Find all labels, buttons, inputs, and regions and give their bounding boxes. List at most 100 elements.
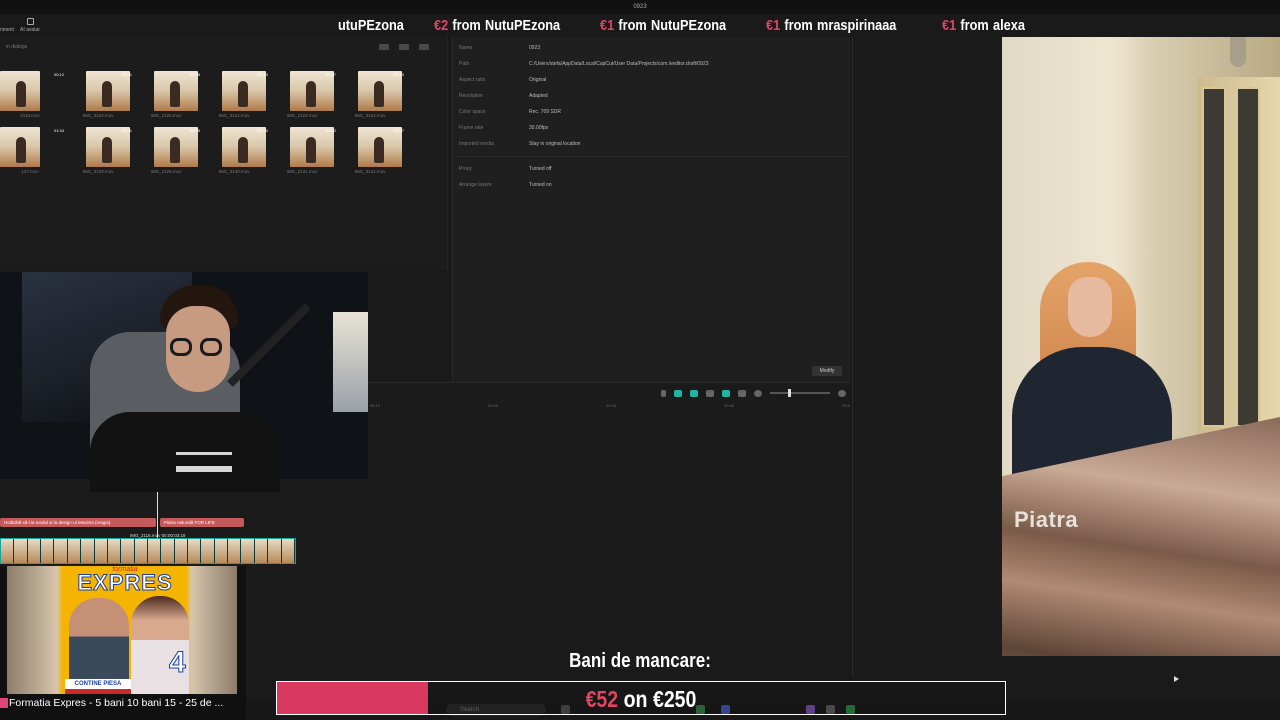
donation-from: from [618,16,647,34]
media-duration: 00:55 [189,128,200,133]
info-label: Imported media [459,141,494,147]
media-duration: 00:07 [393,128,404,133]
donation-from: from [960,16,989,34]
ai-avatar-icon [27,18,34,25]
text-clip[interactable]: Piatra naturală FOR LIFE [160,518,244,527]
clip-frame [254,539,269,563]
goal-label: Bani de mancare: [569,650,711,672]
snap-icon[interactable] [722,389,730,397]
info-value: Rec. 709 SDR [529,109,561,115]
clip-frame [188,539,202,563]
info-label: Frame rate [459,125,484,131]
album-number: 4 [169,646,187,680]
clip-frame [27,539,42,563]
ai-avatar-tab[interactable]: AI avatar [20,27,40,33]
media-thumbnail [290,127,334,167]
donation-item: €2 from NutuPEzona [434,17,560,34]
info-row: Path C:/Users/stefa/AppData/Local/CapCut/… [459,61,709,67]
info-row: Resolution Adapted [459,93,548,99]
donor-name: alexa [992,16,1025,34]
info-label: Path [459,61,470,67]
info-label: Proxy [459,166,472,172]
media-duration: 00:13 [257,72,268,77]
info-value: Turned off [529,166,552,172]
clip-frame [41,539,55,563]
media-thumbnail [222,127,266,167]
media-thumbnail [154,71,198,111]
info-label: Color space [459,109,486,115]
media-duration: 00:13 [393,72,404,77]
now-playing-text: Formatia Expres - 5 bani 10 bani 15 - 25… [9,697,224,709]
info-value: Stay in original location [529,141,581,147]
media-search-hint[interactable]: in dialogs [6,44,27,50]
zoom-slider[interactable] [770,389,830,397]
media-filename: IMG_2128.mov [82,169,114,174]
clip-frame [228,539,242,563]
media-filename: IMG_2122.mov [218,113,250,118]
info-row: Aspect ratio Original [459,77,546,83]
zoom-out-icon[interactable] [754,389,762,397]
media-tile[interactable]: 01:54 IMG_2130.mov [204,127,268,174]
modify-button[interactable]: Modify [812,366,842,376]
ruler-tick: 00:30 [606,403,617,408]
grid-view-icon[interactable] [379,44,389,50]
clip-frame [81,539,95,563]
media-duration: 01:38 [189,72,200,77]
donation-from: from [784,16,814,34]
media-tile[interactable]: 00:13 IMG_2124.mov [340,71,404,118]
donation-amount: €1 [599,16,615,34]
goal-separator: on [623,686,648,712]
clip-frame [201,539,215,563]
info-label: Arrange layers [459,182,492,188]
media-tile[interactable]: 00:13 IMG_2122.mov [204,71,268,118]
media-duration: 01:34 [53,128,64,133]
info-row: Name 0923 [459,45,540,51]
music-icon [0,698,8,708]
timeline-toolbar [661,387,846,399]
media-tile[interactable]: 01:42 IMG_2131.mov [272,127,336,174]
sidebar-tab-label[interactable]: nment [0,27,14,33]
media-tile[interactable]: 00:07 IMG_2132.mov [340,127,404,174]
info-label: Aspect ratio [459,77,486,83]
stream-scene: 0923 nment AI avatar utuPEzona €2 from Nutu… [0,0,1280,720]
preview-axis-icon[interactable] [706,389,714,397]
media-thumbnail [86,127,130,167]
mic-icon[interactable] [661,389,666,397]
now-playing-title: Formatia Expres - 5 bani 10 bani 15 - 25… [0,694,246,712]
woman-face [1068,277,1112,337]
video-clip[interactable] [0,538,296,564]
media-tile[interactable]: 00:37 IMG_2123.mov [272,71,336,118]
info-value: 0923 [529,45,541,51]
donation-amount: €2 [433,16,448,34]
media-duration: 00:37 [325,72,336,77]
clip-frame [241,539,255,563]
media-filename: IMG_2120.mov [82,113,114,118]
clip-frame [281,539,295,563]
media-tile[interactable]: 01:34 127.mov [0,127,64,174]
clip-frame [121,539,135,563]
media-tile[interactable]: 01:38 IMG_2120.mov [136,71,200,118]
glasses [170,338,226,356]
media-tile[interactable]: 00:21 IMG_2128.mov [68,127,132,174]
goal-progress-bar: €52 on €250 [276,681,1006,715]
caption-icon[interactable] [738,389,746,397]
info-label: Name [459,45,473,51]
video-caption: Piatra [1014,507,1079,532]
media-tile[interactable]: 00:12 2118.mov [0,71,64,118]
filter-icon[interactable] [419,44,429,50]
magnet-icon[interactable] [674,389,682,397]
info-row: Frame rate 30.00fps [459,125,548,131]
media-thumbnail [86,71,130,111]
info-label: Resolution [459,93,483,99]
media-filename: 2118.mov [20,113,40,118]
donor-name: NutuPEzona [650,16,726,34]
zoom-in-icon[interactable] [838,389,846,397]
text-clip[interactable]: Hotărâtă să-l ia modul și la design-ul M… [0,518,156,527]
link-icon[interactable] [690,389,698,397]
clip-frame [54,539,68,563]
media-tile[interactable]: 00:31 IMG_2120.mov [68,71,132,118]
media-tile[interactable]: 00:55 IMG_2129.mov [136,127,200,174]
media-filename: 127.mov [21,169,39,174]
media-duration: 01:42 [325,128,336,133]
sort-icon[interactable] [399,44,409,50]
